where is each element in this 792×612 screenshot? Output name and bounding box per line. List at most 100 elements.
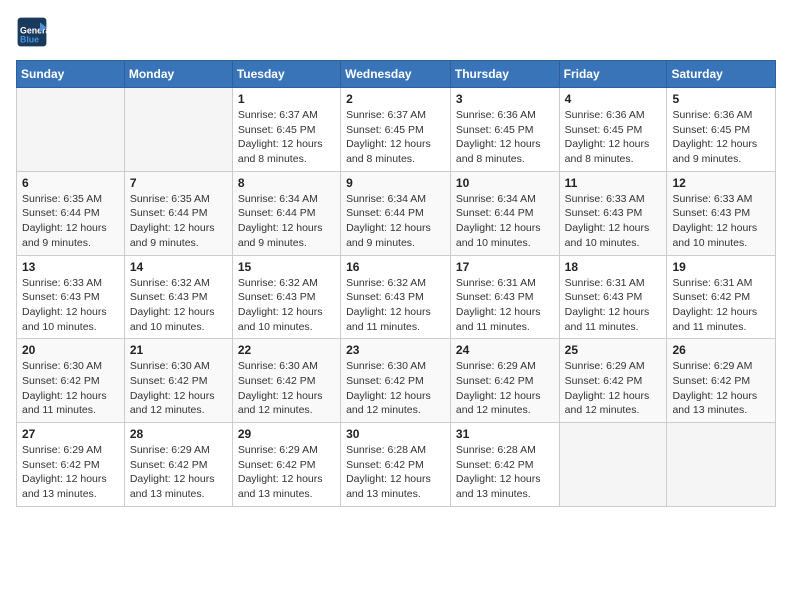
day-number: 28 [130,427,227,441]
calendar-cell: 18 Sunrise: 6:31 AMSunset: 6:43 PMDayligh… [559,255,667,339]
calendar-cell: 4 Sunrise: 6:36 AMSunset: 6:45 PMDaylight… [559,88,667,172]
calendar-cell [559,423,667,507]
day-info: Sunrise: 6:29 AMSunset: 6:42 PMDaylight:… [456,359,554,418]
day-info: Sunrise: 6:28 AMSunset: 6:42 PMDaylight:… [346,443,445,502]
calendar-cell: 24 Sunrise: 6:29 AMSunset: 6:42 PMDayligh… [450,339,559,423]
calendar-cell: 15Sunrise: 6:32 AMSunset: 6:43 PMDayligh… [232,255,340,339]
calendar-cell: 17 Sunrise: 6:31 AMSunset: 6:43 PMDayligh… [450,255,559,339]
calendar-cell: 3Sunrise: 6:36 AMSunset: 6:45 PMDaylight… [450,88,559,172]
day-info: Sunrise: 6:34 AMSunset: 6:44 PMDaylight:… [456,192,554,251]
calendar-cell: 31 Sunrise: 6:28 AMSunset: 6:42 PMDayligh… [450,423,559,507]
day-number: 8 [238,176,335,190]
calendar-cell: 25 Sunrise: 6:29 AMSunset: 6:42 PMDayligh… [559,339,667,423]
calendar-cell: 2Sunrise: 6:37 AMSunset: 6:45 PMDaylight… [341,88,451,172]
day-number: 6 [22,176,119,190]
day-info: Sunrise: 6:33 AMSunset: 6:43 PMDaylight:… [565,192,662,251]
calendar-cell: 23 Sunrise: 6:30 AMSunset: 6:42 PMDayligh… [341,339,451,423]
calendar-cell: 13 Sunrise: 6:33 AMSunset: 6:43 PMDayligh… [17,255,125,339]
calendar-cell: 19 Sunrise: 6:31 AMSunset: 6:42 PMDayligh… [667,255,776,339]
weekday-header-thursday: Thursday [450,61,559,88]
day-number: 4 [565,92,662,106]
day-number: 19 [672,260,770,274]
day-number: 31 [456,427,554,441]
calendar-table: SundayMondayTuesdayWednesdayThursdayFrid… [16,60,776,507]
day-info: Sunrise: 6:36 AMSunset: 6:45 PMDaylight:… [565,108,662,167]
day-info: Sunrise: 6:29 AMSunset: 6:42 PMDaylight:… [565,359,662,418]
day-number: 17 [456,260,554,274]
day-number: 12 [672,176,770,190]
day-info: Sunrise: 6:30 AMSunset: 6:42 PMDaylight:… [130,359,227,418]
day-number: 2 [346,92,445,106]
calendar-cell: 6 Sunrise: 6:35 AMSunset: 6:44 PMDaylight… [17,171,125,255]
calendar-cell: 10 Sunrise: 6:34 AMSunset: 6:44 PMDayligh… [450,171,559,255]
calendar-cell [667,423,776,507]
day-info: Sunrise: 6:35 AMSunset: 6:44 PMDaylight:… [130,192,227,251]
day-number: 26 [672,343,770,357]
weekday-header-wednesday: Wednesday [341,61,451,88]
day-info: Sunrise: 6:36 AMSunset: 6:45 PMDaylight:… [672,108,770,167]
day-number: 1 [238,92,335,106]
page-header: General Blue [16,16,776,48]
calendar-cell: 21Sunrise: 6:30 AMSunset: 6:42 PMDayligh… [124,339,232,423]
day-number: 29 [238,427,335,441]
day-number: 24 [456,343,554,357]
day-number: 16 [346,260,445,274]
day-info: Sunrise: 6:32 AMSunset: 6:43 PMDaylight:… [130,276,227,335]
calendar-cell: 28Sunrise: 6:29 AMSunset: 6:42 PMDayligh… [124,423,232,507]
day-info: Sunrise: 6:30 AMSunset: 6:42 PMDaylight:… [22,359,119,418]
day-number: 5 [672,92,770,106]
calendar-cell: 9Sunrise: 6:34 AMSunset: 6:44 PMDaylight… [341,171,451,255]
day-number: 7 [130,176,227,190]
day-info: Sunrise: 6:30 AMSunset: 6:42 PMDaylight:… [346,359,445,418]
day-number: 20 [22,343,119,357]
day-info: Sunrise: 6:30 AMSunset: 6:42 PMDaylight:… [238,359,335,418]
day-info: Sunrise: 6:28 AMSunset: 6:42 PMDaylight:… [456,443,554,502]
weekday-header-monday: Monday [124,61,232,88]
day-number: 14 [130,260,227,274]
day-number: 13 [22,260,119,274]
day-info: Sunrise: 6:29 AMSunset: 6:42 PMDaylight:… [672,359,770,418]
calendar-cell [124,88,232,172]
calendar-cell: 7 Sunrise: 6:35 AMSunset: 6:44 PMDaylight… [124,171,232,255]
calendar-cell: 11 Sunrise: 6:33 AMSunset: 6:43 PMDayligh… [559,171,667,255]
day-number: 22 [238,343,335,357]
day-info: Sunrise: 6:31 AMSunset: 6:43 PMDaylight:… [565,276,662,335]
day-number: 25 [565,343,662,357]
weekday-header-sunday: Sunday [17,61,125,88]
day-info: Sunrise: 6:35 AMSunset: 6:44 PMDaylight:… [22,192,119,251]
day-info: Sunrise: 6:33 AMSunset: 6:43 PMDaylight:… [672,192,770,251]
logo-icon: General Blue [16,16,48,48]
weekday-header-saturday: Saturday [667,61,776,88]
day-info: Sunrise: 6:29 AMSunset: 6:42 PMDaylight:… [22,443,119,502]
calendar-cell: 5 Sunrise: 6:36 AMSunset: 6:45 PMDaylight… [667,88,776,172]
calendar-cell: 20 Sunrise: 6:30 AMSunset: 6:42 PMDayligh… [17,339,125,423]
week-row-2: 6 Sunrise: 6:35 AMSunset: 6:44 PMDaylight… [17,171,776,255]
day-number: 10 [456,176,554,190]
weekday-header-tuesday: Tuesday [232,61,340,88]
day-number: 18 [565,260,662,274]
day-info: Sunrise: 6:31 AMSunset: 6:43 PMDaylight:… [456,276,554,335]
calendar-cell: 30 Sunrise: 6:28 AMSunset: 6:42 PMDayligh… [341,423,451,507]
day-number: 23 [346,343,445,357]
day-info: Sunrise: 6:34 AMSunset: 6:44 PMDaylight:… [346,192,445,251]
day-number: 11 [565,176,662,190]
day-info: Sunrise: 6:31 AMSunset: 6:42 PMDaylight:… [672,276,770,335]
calendar-cell [17,88,125,172]
calendar-cell: 27 Sunrise: 6:29 AMSunset: 6:42 PMDayligh… [17,423,125,507]
day-info: Sunrise: 6:32 AMSunset: 6:43 PMDaylight:… [238,276,335,335]
logo: General Blue [16,16,48,48]
day-info: Sunrise: 6:37 AMSunset: 6:45 PMDaylight:… [238,108,335,167]
week-row-1: 1 Sunrise: 6:37 AMSunset: 6:45 PMDaylight… [17,88,776,172]
week-row-4: 20 Sunrise: 6:30 AMSunset: 6:42 PMDayligh… [17,339,776,423]
day-number: 3 [456,92,554,106]
day-info: Sunrise: 6:33 AMSunset: 6:43 PMDaylight:… [22,276,119,335]
calendar-cell: 26 Sunrise: 6:29 AMSunset: 6:42 PMDayligh… [667,339,776,423]
weekday-header-friday: Friday [559,61,667,88]
weekday-header-row: SundayMondayTuesdayWednesdayThursdayFrid… [17,61,776,88]
calendar-cell: 22 Sunrise: 6:30 AMSunset: 6:42 PMDayligh… [232,339,340,423]
calendar-body: 1 Sunrise: 6:37 AMSunset: 6:45 PMDaylight… [17,88,776,507]
day-number: 27 [22,427,119,441]
day-number: 30 [346,427,445,441]
calendar-header: SundayMondayTuesdayWednesdayThursdayFrid… [17,61,776,88]
day-info: Sunrise: 6:29 AMSunset: 6:42 PMDaylight:… [238,443,335,502]
